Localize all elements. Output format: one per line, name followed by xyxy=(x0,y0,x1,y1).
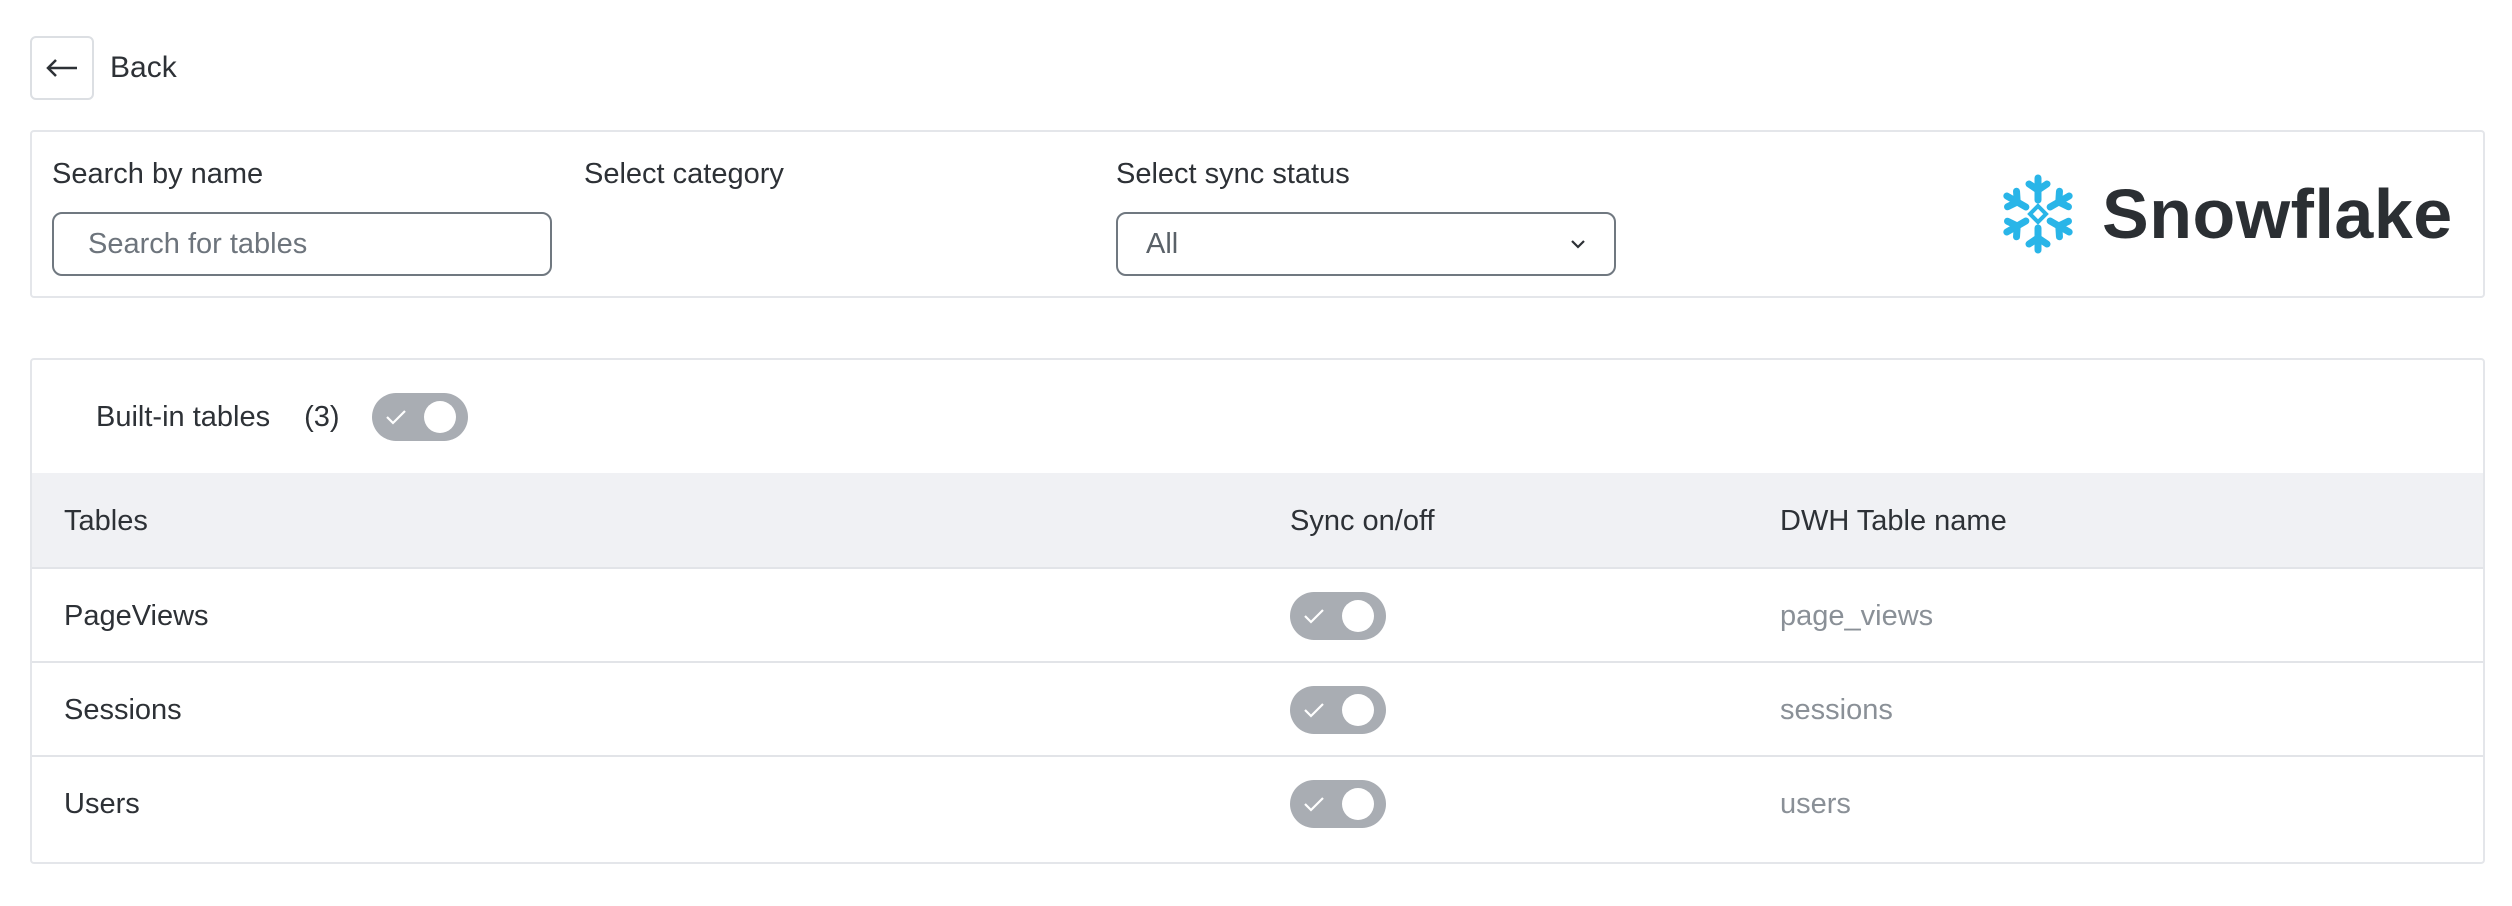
group-count: (3) xyxy=(304,400,340,433)
table-header: Tables Sync on/off DWH Table name xyxy=(32,473,2483,569)
table-row: PageViews page_views xyxy=(32,569,2483,663)
dwh-table-name: sessions xyxy=(1780,694,1893,726)
table-row: Sessions sessions xyxy=(32,663,2483,757)
search-input[interactable] xyxy=(52,212,552,276)
back-label[interactable]: Back xyxy=(110,51,177,85)
toggle-knob xyxy=(1342,788,1374,820)
row-sync-toggle[interactable] xyxy=(1290,780,1386,828)
arrow-left-icon xyxy=(46,59,77,77)
table-name: Users xyxy=(64,788,140,820)
search-label: Search by name xyxy=(52,158,264,190)
table-name: PageViews xyxy=(64,600,209,632)
group-header: Built-in tables (3) xyxy=(96,392,468,442)
row-sync-toggle[interactable] xyxy=(1290,592,1386,640)
dwh-table-name: page_views xyxy=(1780,600,1934,632)
check-icon xyxy=(1304,609,1324,624)
column-header-tables: Tables xyxy=(64,505,148,537)
sync-status-select[interactable]: All xyxy=(1116,212,1616,276)
table-row: Users users xyxy=(32,757,2483,851)
sync-status-value: All xyxy=(1146,227,1179,260)
check-icon xyxy=(1304,703,1324,718)
check-icon xyxy=(1304,797,1324,812)
filter-panel: Search by name Select category Select sy… xyxy=(30,130,2485,298)
dwh-table-name: users xyxy=(1780,788,1851,820)
back-row: Back xyxy=(30,36,177,100)
toggle-knob xyxy=(423,401,456,433)
toggle-knob xyxy=(1342,600,1374,632)
check-icon xyxy=(385,410,406,425)
group-sync-toggle[interactable] xyxy=(371,393,468,441)
back-button[interactable] xyxy=(30,36,94,100)
brand-logo: Snowflake xyxy=(1996,154,2453,274)
table-name: Sessions xyxy=(64,694,182,726)
tables-panel: Built-in tables (3) Tables Sync on/off D… xyxy=(30,358,2485,864)
row-sync-toggle[interactable] xyxy=(1290,686,1386,734)
sync-status-label: Select sync status xyxy=(1116,158,1350,190)
category-label: Select category xyxy=(584,158,784,190)
group-title: Built-in tables xyxy=(96,400,271,433)
chevron-down-icon xyxy=(1571,240,1585,249)
snowflake-icon xyxy=(2003,174,2073,254)
toggle-knob xyxy=(1342,694,1374,726)
brand-name: Snowflake xyxy=(2102,175,2453,253)
column-header-sync: Sync on/off xyxy=(1290,505,1435,537)
column-header-dwh: DWH Table name xyxy=(1780,505,2007,537)
